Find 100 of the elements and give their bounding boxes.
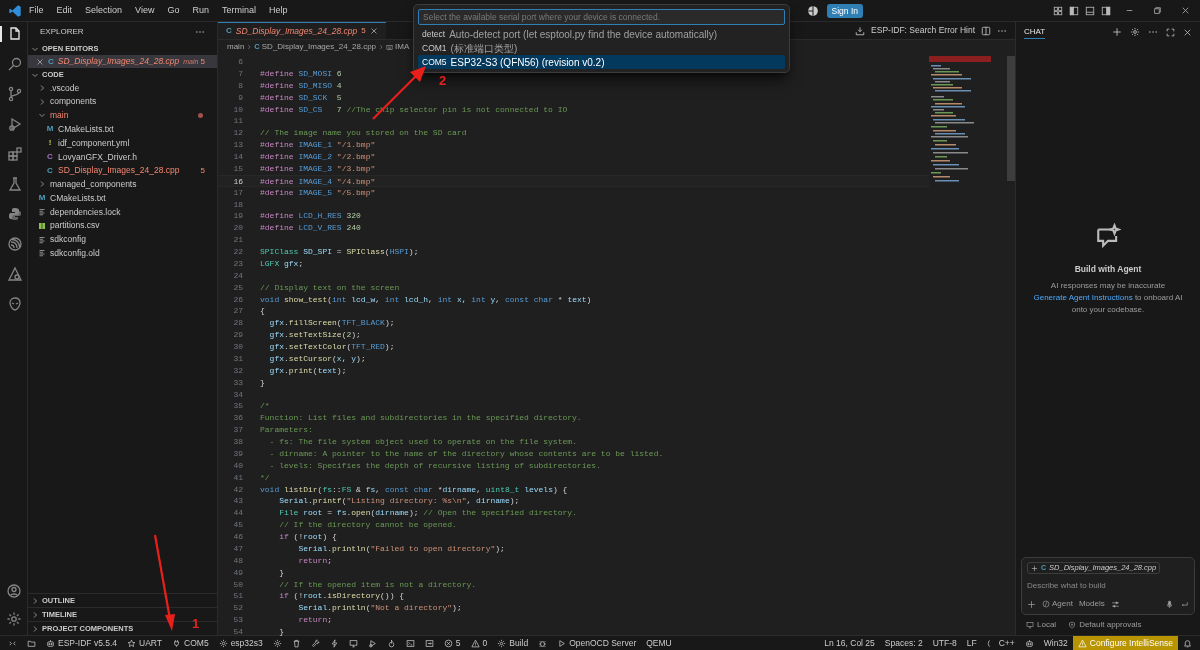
status-item[interactable]: Spaces: 2 bbox=[879, 636, 928, 650]
python-icon[interactable] bbox=[6, 206, 23, 222]
status-item[interactable]: UART bbox=[122, 636, 168, 650]
maximize-icon[interactable] bbox=[1166, 27, 1175, 37]
chat-input-field[interactable]: Describe what to build bbox=[1027, 580, 1189, 592]
port-search-field[interactable]: Select the available serial port where your device is connected. bbox=[418, 9, 785, 25]
status-item[interactable]: 0 bbox=[465, 636, 493, 650]
tree-item[interactable]: managed_components bbox=[28, 177, 217, 192]
split-editor-icon[interactable] bbox=[981, 25, 991, 36]
run-debug-icon[interactable] bbox=[367, 638, 377, 648]
breadcrumb-item[interactable]: main bbox=[227, 41, 245, 53]
tree-item[interactable]: M CMakeLists.txt bbox=[28, 122, 217, 137]
run-debug-icon[interactable] bbox=[6, 116, 23, 132]
option-button[interactable]: Default approvals bbox=[1079, 619, 1142, 631]
account-icon[interactable] bbox=[806, 4, 819, 17]
plus-icon bbox=[1031, 564, 1038, 572]
close-icon[interactable] bbox=[36, 57, 44, 66]
status-item[interactable]: UTF-8 bbox=[927, 636, 962, 650]
plus-icon[interactable] bbox=[1027, 599, 1036, 609]
triangle-icon[interactable] bbox=[6, 266, 23, 282]
source-control-icon[interactable] bbox=[6, 86, 23, 102]
status-item[interactable]: ESP-IDF v5.5.4 bbox=[41, 636, 123, 650]
tree-item[interactable]: C SD_Display_Images_24_28.cpp 5 bbox=[28, 163, 217, 178]
tree-item[interactable]: .vscode bbox=[28, 81, 217, 95]
sidebar-toggle-icon[interactable] bbox=[1069, 5, 1079, 16]
tree-item[interactable]: partitions.csv bbox=[28, 218, 217, 233]
status-item[interactable]: esp32s3 bbox=[213, 636, 268, 650]
breadcrumb-item[interactable]: SD_Display_Images_24_28.cpp bbox=[261, 41, 377, 53]
menu-item[interactable]: Terminal bbox=[220, 3, 257, 18]
tree-item[interactable]: M CMakeLists.txt bbox=[28, 191, 217, 206]
status-item[interactable]: 5 bbox=[438, 636, 466, 650]
menu-item[interactable]: Help bbox=[267, 3, 289, 18]
panel-toggle-icon[interactable] bbox=[1085, 5, 1095, 16]
scrollbar-thumb[interactable] bbox=[1007, 56, 1015, 181]
wrench-icon[interactable] bbox=[310, 638, 320, 648]
extensions-icon[interactable] bbox=[6, 146, 23, 162]
menu-item[interactable]: Run bbox=[191, 3, 210, 18]
status-item[interactable]: C++ bbox=[981, 636, 1020, 650]
close-icon[interactable] bbox=[1183, 27, 1192, 37]
tree-item[interactable]: ! idf_component.yml bbox=[28, 136, 217, 150]
restore-icon[interactable] bbox=[1153, 6, 1162, 15]
bell-icon[interactable] bbox=[1183, 638, 1192, 648]
trash-icon[interactable] bbox=[291, 638, 301, 648]
tree-item[interactable]: sdkconfig.old bbox=[28, 246, 217, 261]
search-icon[interactable] bbox=[6, 56, 23, 72]
model-picker[interactable]: Models bbox=[1078, 598, 1105, 610]
tree-item[interactable]: dependencies.lock bbox=[28, 205, 217, 219]
settings-icon[interactable] bbox=[1130, 27, 1140, 37]
mode-picker[interactable]: Agent bbox=[1052, 598, 1073, 610]
close-icon[interactable] bbox=[1181, 6, 1190, 15]
menu-item[interactable]: Selection bbox=[84, 3, 124, 18]
instructions-link[interactable]: Generate Agent Instructions bbox=[1033, 293, 1133, 303]
menu-item[interactable]: Go bbox=[166, 3, 181, 18]
alien-icon[interactable] bbox=[6, 296, 23, 312]
settings-icon[interactable] bbox=[5, 611, 22, 627]
status-item[interactable]: Win32 bbox=[1038, 636, 1073, 650]
sidebar-title: EXPLORER bbox=[40, 26, 84, 38]
code-line: // Display text on the screen bbox=[259, 281, 400, 294]
status-item[interactable]: Ln 16, Col 25 bbox=[819, 636, 880, 650]
status-item[interactable]: COM5 bbox=[167, 636, 214, 650]
option-button[interactable]: Local bbox=[1037, 619, 1057, 631]
plus-icon[interactable] bbox=[1112, 27, 1122, 37]
cpp-file-icon: C bbox=[48, 55, 54, 68]
folder-icon[interactable] bbox=[27, 638, 36, 648]
tree-item[interactable]: C LovyanGFX_Driver.h bbox=[28, 150, 217, 164]
close-icon[interactable] bbox=[369, 27, 378, 35]
download-icon[interactable] bbox=[855, 25, 866, 36]
status-item[interactable]: QEMU bbox=[641, 636, 677, 650]
robot-icon[interactable] bbox=[1024, 638, 1034, 648]
send-icon[interactable] bbox=[1180, 599, 1189, 609]
terminal-icon[interactable] bbox=[405, 638, 415, 648]
menu-item[interactable]: File bbox=[28, 3, 45, 18]
layout-icon[interactable] bbox=[1053, 5, 1063, 16]
status-item[interactable]: OpenOCD Server bbox=[552, 636, 642, 650]
port-option[interactable]: detect Auto-detect port (let esptool.py find the device automatically) bbox=[418, 27, 785, 41]
monitor-icon[interactable] bbox=[348, 638, 358, 648]
signal-icon[interactable] bbox=[6, 236, 23, 252]
settings-icon[interactable] bbox=[272, 638, 282, 648]
code-line: #define SD_SCK 5 bbox=[259, 91, 342, 104]
tree-item[interactable]: main bbox=[28, 108, 217, 123]
sliders-icon[interactable] bbox=[1110, 599, 1120, 609]
sign-in-button[interactable]: Sign In bbox=[826, 3, 863, 18]
tree-item[interactable]: components bbox=[28, 94, 217, 109]
status-item[interactable]: Build bbox=[492, 636, 534, 650]
lightning-icon[interactable] bbox=[329, 638, 339, 648]
status-item[interactable]: LF bbox=[961, 636, 982, 650]
menu-item[interactable]: Edit bbox=[55, 3, 74, 18]
microphone-icon[interactable] bbox=[1165, 599, 1174, 609]
editor-tab[interactable]: C SD_Display_Images_24_28.cpp 5 bbox=[218, 22, 386, 39]
error-hint-button[interactable]: ESP-IDF: Search Error Hint bbox=[871, 24, 975, 37]
secondary-sidebar-toggle-icon[interactable] bbox=[1101, 5, 1111, 16]
box-arrow-icon[interactable] bbox=[424, 638, 434, 648]
flask-icon[interactable] bbox=[6, 176, 23, 192]
port-option[interactable]: COM5 ESP32-S3 (QFN56) (revision v0.2) bbox=[418, 55, 785, 69]
menu-item[interactable]: View bbox=[134, 3, 156, 18]
account-icon[interactable] bbox=[5, 583, 22, 599]
port-option[interactable]: COM1 (标准端口类型) bbox=[418, 41, 785, 55]
tree-item[interactable]: sdkconfig bbox=[28, 232, 217, 247]
breadcrumb-item[interactable]: IMA bbox=[395, 41, 410, 53]
chat-tab[interactable]: CHAT bbox=[1024, 25, 1046, 39]
